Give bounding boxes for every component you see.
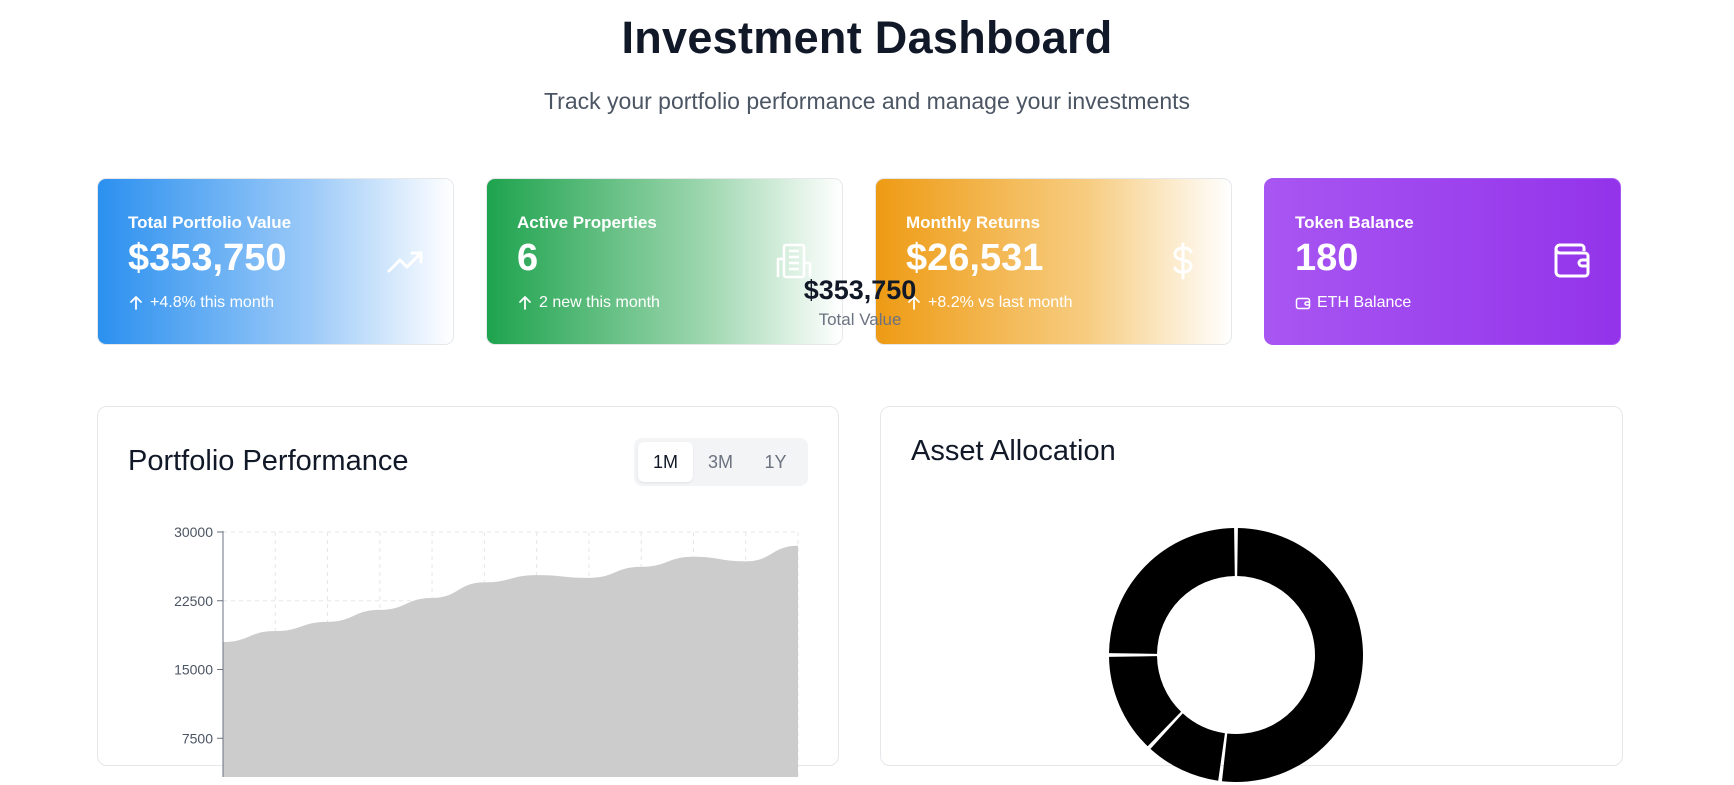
panel-title: Portfolio Performance bbox=[128, 445, 409, 477]
performance-area-chart[interactable]: 7500 15000 22500 30000 bbox=[128, 507, 808, 777]
tooltip-value: $353,750 bbox=[803, 275, 917, 305]
page-title: Investment Dashboard bbox=[621, 12, 1113, 63]
stat-change-text: +8.2% vs last month bbox=[928, 294, 1073, 311]
tooltip-label: Total Value bbox=[818, 310, 902, 329]
stat-change-text: 2 new this month bbox=[539, 294, 660, 311]
arrow-up-icon bbox=[130, 296, 142, 310]
stat-card-token-balance: Token Balance 180 ETH Balance bbox=[1264, 178, 1621, 345]
stat-card-portfolio-value: Total Portfolio Value $353,750 +4.8% thi… bbox=[97, 178, 454, 345]
dollar-icon bbox=[1173, 242, 1193, 280]
wallet-icon bbox=[1554, 243, 1590, 278]
panel-title: Asset Allocation bbox=[911, 435, 1116, 467]
asset-allocation-panel: Asset Allocation bbox=[880, 406, 1623, 782]
stat-label: Monthly Returns bbox=[906, 213, 1041, 232]
chart-tooltip: $353,750 Total Value bbox=[780, 275, 940, 330]
portfolio-performance-panel: Portfolio Performance 1M 3M 1Y 7500 15000… bbox=[97, 406, 839, 777]
stat-change-text: ETH Balance bbox=[1317, 294, 1412, 311]
donut-slice bbox=[1221, 528, 1363, 782]
stat-label: Active Properties bbox=[517, 213, 657, 232]
y-tick-label: 15000 bbox=[174, 662, 213, 678]
wallet-icon bbox=[1295, 297, 1311, 310]
asset-allocation-donut-chart[interactable] bbox=[1106, 525, 1366, 785]
stat-value: $26,531 bbox=[906, 237, 1044, 279]
y-tick-label: 30000 bbox=[174, 524, 213, 540]
range-button-1m[interactable]: 1M bbox=[638, 442, 693, 482]
stat-change: 2 new this month bbox=[517, 294, 660, 312]
page-subtitle: Track your portfolio performance and man… bbox=[543, 88, 1190, 114]
stat-change: ETH Balance bbox=[1295, 294, 1411, 312]
stat-label: Total Portfolio Value bbox=[128, 213, 292, 232]
stat-label: Token Balance bbox=[1295, 213, 1414, 232]
y-tick-label: 22500 bbox=[174, 593, 213, 609]
stat-change-text: +4.8% this month bbox=[150, 294, 275, 311]
stat-value: 6 bbox=[517, 237, 539, 279]
time-range-toggle: 1M 3M 1Y bbox=[634, 438, 808, 486]
donut-slice bbox=[1109, 528, 1235, 654]
range-button-3m[interactable]: 3M bbox=[693, 442, 748, 482]
trending-up-icon bbox=[387, 251, 423, 273]
range-button-1y[interactable]: 1Y bbox=[748, 442, 803, 482]
y-tick-label: 7500 bbox=[182, 730, 213, 746]
arrow-up-icon bbox=[519, 296, 531, 310]
stat-change: +4.8% this month bbox=[128, 294, 274, 312]
performance-area-series bbox=[223, 545, 798, 777]
stat-value: $353,750 bbox=[128, 237, 287, 279]
stat-value: 180 bbox=[1295, 237, 1359, 279]
